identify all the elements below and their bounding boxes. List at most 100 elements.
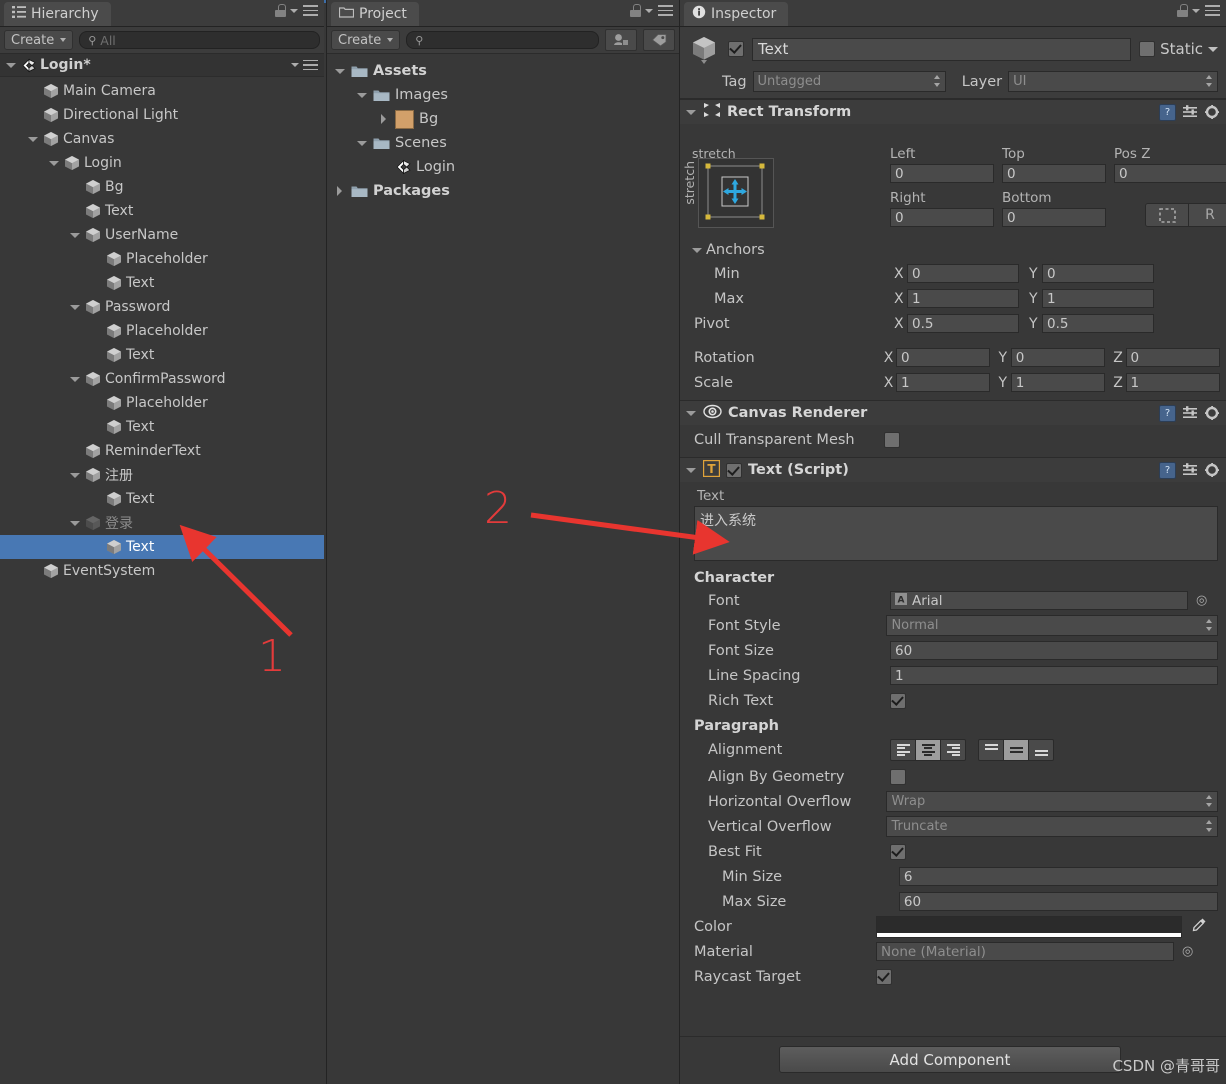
hierarchy-item-text[interactable]: Text bbox=[0, 535, 324, 559]
scale-z-field[interactable]: 1 bbox=[1125, 373, 1220, 392]
scene-menu-icon[interactable] bbox=[303, 59, 318, 71]
font-object-field[interactable]: A Arial bbox=[890, 591, 1188, 610]
hierarchy-item-placeholder[interactable]: Placeholder bbox=[0, 247, 324, 271]
align-by-geometry-checkbox[interactable] bbox=[890, 768, 906, 785]
hierarchy-create-button[interactable]: Create bbox=[4, 30, 74, 50]
preset-icon[interactable] bbox=[1183, 406, 1198, 420]
left-field[interactable]: 0 bbox=[890, 164, 994, 183]
text-script-header[interactable]: T Text (Script) ? bbox=[680, 458, 1226, 482]
gear-icon[interactable] bbox=[1205, 405, 1220, 421]
hierarchy-item-eventsystem[interactable]: EventSystem bbox=[0, 559, 324, 583]
hierarchy-item-username[interactable]: UserName bbox=[0, 223, 324, 247]
filter-by-type-button[interactable] bbox=[605, 29, 637, 51]
hierarchy-item-remindertext[interactable]: ReminderText bbox=[0, 439, 324, 463]
hierarchy-item-text[interactable]: Text bbox=[0, 415, 324, 439]
project-search-input[interactable]: ⚲ bbox=[406, 31, 599, 49]
hierarchy-item-bg[interactable]: Bg bbox=[0, 175, 324, 199]
raw-edit-mode-button[interactable]: R bbox=[1189, 204, 1226, 226]
max-size-field[interactable]: 60 bbox=[898, 892, 1218, 911]
pivot-x-field[interactable]: 0.5 bbox=[907, 314, 1019, 333]
hierarchy-item-注册[interactable]: 注册 bbox=[0, 463, 324, 487]
alignment-vertical-group[interactable] bbox=[978, 739, 1054, 761]
chevron-down-icon[interactable] bbox=[645, 8, 653, 13]
anchor-preset-widget[interactable] bbox=[698, 158, 774, 228]
twisty-icon[interactable] bbox=[28, 134, 39, 145]
twisty-icon[interactable] bbox=[49, 158, 60, 169]
right-field[interactable]: 0 bbox=[890, 208, 994, 227]
anchors-min-x-field[interactable]: 0 bbox=[907, 264, 1019, 283]
material-object-field[interactable]: None (Material) bbox=[876, 942, 1174, 961]
twisty-icon[interactable] bbox=[70, 518, 81, 529]
hierarchy-item-text[interactable]: Text bbox=[0, 271, 324, 295]
foldout-icon[interactable] bbox=[686, 408, 697, 419]
twisty-icon[interactable] bbox=[335, 66, 346, 77]
hierarchy-item-main-camera[interactable]: Main Camera bbox=[0, 79, 324, 103]
cull-transparent-mesh-checkbox[interactable] bbox=[884, 432, 900, 448]
canvas-renderer-header[interactable]: Canvas Renderer ? bbox=[680, 401, 1226, 425]
lock-icon[interactable] bbox=[630, 4, 641, 17]
lock-icon[interactable] bbox=[1177, 4, 1188, 17]
filter-by-label-button[interactable] bbox=[643, 29, 675, 51]
hierarchy-item-login[interactable]: Login bbox=[0, 151, 324, 175]
best-fit-checkbox[interactable] bbox=[890, 843, 906, 860]
project-item-bg[interactable]: Bg bbox=[327, 107, 679, 131]
line-spacing-field[interactable]: 1 bbox=[890, 666, 1218, 685]
text-script-enabled-checkbox[interactable] bbox=[726, 462, 742, 478]
hierarchy-item-directional-light[interactable]: Directional Light bbox=[0, 103, 324, 127]
twisty-icon[interactable] bbox=[379, 113, 390, 125]
twisty-icon[interactable] bbox=[357, 90, 368, 101]
rotation-y-field[interactable]: 0 bbox=[1010, 348, 1106, 367]
project-item-scenes[interactable]: Scenes bbox=[327, 131, 679, 155]
font-object-picker-icon[interactable]: ◎ bbox=[1196, 593, 1207, 608]
posz-field[interactable]: 0 bbox=[1114, 164, 1226, 183]
align-center-button[interactable] bbox=[916, 740, 941, 760]
align-right-button[interactable] bbox=[941, 740, 965, 760]
layer-dropdown[interactable]: UI bbox=[1008, 71, 1218, 92]
rich-text-checkbox[interactable] bbox=[890, 692, 906, 709]
project-item-packages[interactable]: Packages bbox=[327, 179, 679, 203]
hierarchy-item-confirmpassword[interactable]: ConfirmPassword bbox=[0, 367, 324, 391]
lock-icon[interactable] bbox=[275, 4, 286, 17]
twisty-icon[interactable] bbox=[70, 230, 81, 241]
help-icon[interactable]: ? bbox=[1159, 461, 1176, 479]
font-style-dropdown[interactable]: Normal bbox=[886, 615, 1218, 636]
foldout-icon[interactable] bbox=[686, 107, 697, 118]
scale-y-field[interactable]: 1 bbox=[1010, 373, 1106, 392]
hierarchy-item-登录[interactable]: 登录 bbox=[0, 511, 324, 535]
hierarchy-item-text[interactable]: Text bbox=[0, 343, 324, 367]
scene-twisty[interactable] bbox=[6, 60, 17, 71]
static-checkbox[interactable] bbox=[1139, 41, 1156, 57]
tab-hierarchy[interactable]: Hierarchy bbox=[4, 2, 111, 26]
twisty-icon[interactable] bbox=[70, 470, 81, 481]
scale-x-field[interactable]: 1 bbox=[896, 373, 991, 392]
twisty-icon[interactable] bbox=[357, 138, 368, 149]
project-create-button[interactable]: Create bbox=[331, 30, 401, 50]
object-name-field[interactable]: Text bbox=[752, 37, 1132, 61]
chevron-down-icon[interactable] bbox=[291, 63, 299, 67]
gear-icon[interactable] bbox=[1205, 104, 1220, 120]
object-enabled-checkbox[interactable] bbox=[728, 41, 744, 57]
project-item-images[interactable]: Images bbox=[327, 83, 679, 107]
blueprint-mode-button[interactable] bbox=[1146, 204, 1189, 226]
hierarchy-item-password[interactable]: Password bbox=[0, 295, 324, 319]
align-middle-button[interactable] bbox=[1004, 740, 1029, 760]
font-size-field[interactable]: 60 bbox=[890, 641, 1218, 660]
material-object-picker-icon[interactable]: ◎ bbox=[1182, 944, 1193, 959]
chevron-down-icon[interactable] bbox=[290, 8, 298, 13]
top-field[interactable]: 0 bbox=[1002, 164, 1106, 183]
align-top-button[interactable] bbox=[979, 740, 1004, 760]
align-bottom-button[interactable] bbox=[1029, 740, 1053, 760]
help-icon[interactable]: ? bbox=[1159, 404, 1176, 422]
foldout-icon[interactable] bbox=[686, 465, 697, 476]
horizontal-overflow-dropdown[interactable]: Wrap bbox=[886, 791, 1218, 812]
hierarchy-item-text[interactable]: Text bbox=[0, 199, 324, 223]
twisty-icon[interactable] bbox=[70, 374, 81, 385]
eyedropper-icon[interactable] bbox=[1192, 917, 1207, 936]
bottom-field[interactable]: 0 bbox=[1002, 208, 1106, 227]
hierarchy-item-placeholder[interactable]: Placeholder bbox=[0, 391, 324, 415]
foldout-icon[interactable] bbox=[692, 245, 703, 256]
min-size-field[interactable]: 6 bbox=[898, 867, 1218, 886]
hierarchy-item-placeholder[interactable]: Placeholder bbox=[0, 319, 324, 343]
color-swatch[interactable] bbox=[876, 915, 1182, 938]
chevron-down-icon[interactable] bbox=[1208, 46, 1218, 52]
